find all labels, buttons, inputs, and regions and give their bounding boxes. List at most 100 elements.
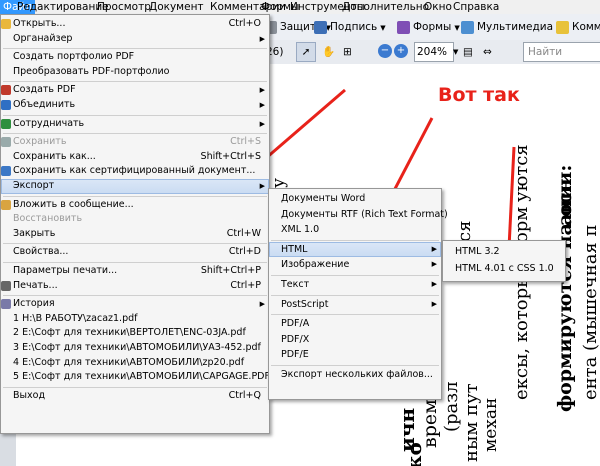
menu-item[interactable]: 4 E:\Софт для техники\АВТОМОБИЛИ\zp20.pd… (1, 356, 269, 371)
menu-item-label: Открыть... (13, 18, 66, 29)
html-submenu: HTML 3.2 HTML 4.01 с CSS 1.0 (442, 240, 566, 282)
menu-item[interactable]: Объединить ▶ (1, 98, 269, 113)
menu-item-shortcut: Ctrl+P (230, 279, 261, 291)
menu-item[interactable]: Параметры печати... Shift+Ctrl+P (1, 264, 269, 279)
menu-item-label: 3 E:\Софт для техники\АВТОМОБИЛИ\УАЗ-452… (13, 342, 261, 353)
menu-item[interactable]: Сохранить Ctrl+S (1, 135, 269, 150)
menu-item-label: Документы Word (281, 193, 366, 204)
menu-item[interactable]: PDF/X (269, 332, 441, 348)
menu-item-label: Экспорт нескольких файлов... (281, 369, 433, 380)
menu-item[interactable]: Выход Ctrl+Q (1, 389, 269, 404)
file-menu: Открыть... Ctrl+O Органайзер ▶ Создать портф… (0, 14, 270, 434)
menu-item-label: HTML 4.01 с CSS 1.0 (455, 263, 554, 274)
menu-item-label: PDF/A (281, 318, 310, 330)
menu-item-label: Создать портфолио PDF (13, 51, 135, 63)
menu-item-label: 2 E:\Софт для техники\ВЕРТОЛЕТ\ENC-03JA.… (13, 327, 246, 339)
menu-separator (3, 81, 267, 83)
submenu-arrow-icon: ▶ (259, 300, 265, 309)
menu-item-label: Параметры печати... (13, 265, 118, 276)
create-pdf-icon (1, 85, 11, 96)
menu-item-label: История (13, 298, 55, 310)
menu-item-shortcut: Ctrl+O (228, 18, 261, 29)
menu-item[interactable]: Создать PDF ▶ (1, 83, 269, 98)
menu-item[interactable]: Открыть... Ctrl+O (1, 17, 269, 32)
menu-separator (3, 133, 267, 135)
menu-item[interactable]: Вложить в сообщение... (1, 198, 269, 213)
menu-item[interactable]: PostScript ▶ (269, 297, 441, 313)
menu-item-label: PDF/X (281, 333, 310, 345)
menu-item-label: Преобразовать PDF-портфолио (13, 65, 170, 77)
menu-separator (3, 48, 267, 50)
menu-item[interactable]: Документы RTF (Rich Text Format) (269, 207, 448, 223)
submenu-arrow-icon: ▶ (431, 244, 437, 253)
menu-item[interactable]: Сотрудничать ▶ (1, 117, 269, 132)
menu-item[interactable]: 2 E:\Софт для техники\ВЕРТОЛЕТ\ENC-03JA.… (1, 326, 269, 341)
menu-item[interactable]: Закрыть Ctrl+W (1, 227, 269, 242)
menu-separator (3, 114, 267, 116)
submenu-arrow-icon: ▶ (431, 280, 437, 288)
menu-item-label: XML 1.0 (281, 224, 320, 236)
menu-item[interactable]: Сохранить как сертифицированный документ… (1, 164, 269, 179)
menu-item-label: 4 E:\Софт для техники\АВТОМОБИЛИ\zp20.pd… (13, 356, 245, 368)
menu-item-label: Создать PDF (13, 84, 76, 96)
menu-item[interactable]: PDF/E (269, 347, 441, 363)
menu-item[interactable]: Документы Word (269, 191, 441, 207)
folder-icon (1, 19, 11, 29)
menu-item[interactable]: 5 E:\Софт для техники\АВТОМОБИЛИ\CAPGAGE… (1, 370, 270, 385)
combine-icon (1, 100, 11, 110)
menu-item[interactable]: Печать... Ctrl+P (1, 279, 269, 294)
menu-item-label: 5 E:\Софт для техники\АВТОМОБИЛИ\CAPGAGE… (13, 371, 270, 383)
mail-icon (1, 199, 11, 210)
submenu-arrow-icon: ▶ (259, 119, 265, 128)
menu-item-label: HTML (281, 243, 308, 255)
menu-item[interactable]: PDF/A (269, 316, 441, 332)
menu-item[interactable]: HTML 3.2 (443, 243, 565, 260)
menu-item[interactable]: Экспорт ▶ (1, 179, 269, 194)
submenu-arrow-icon: ▶ (259, 101, 265, 109)
menu-item[interactable]: 1 H:\В РАБОТУ\zacaz1.pdf (1, 312, 269, 327)
history-icon (1, 299, 11, 310)
menu-item[interactable]: Создать портфолио PDF (1, 50, 269, 65)
menu-item[interactable]: Свойства... Ctrl+D (1, 245, 269, 260)
submenu-arrow-icon: ▶ (259, 182, 265, 190)
menu-item-label: Объединить (13, 99, 76, 110)
menu-item-label: Закрыть (13, 227, 56, 239)
submenu-arrow-icon: ▶ (259, 86, 265, 95)
menu-item[interactable]: XML 1.0 (269, 222, 441, 238)
menu-item[interactable]: Восстановить (1, 212, 269, 227)
menu-separator (3, 295, 267, 297)
submenu-arrow-icon: ▶ (431, 299, 437, 308)
menu-item-label: Вложить в сообщение... (13, 198, 134, 210)
menu-separator (271, 275, 439, 276)
save-icon (1, 137, 11, 148)
menu-item-label: Сохранить (13, 136, 67, 148)
menu-item[interactable]: 3 E:\Софт для техники\АВТОМОБИЛИ\УАЗ-452… (1, 341, 269, 356)
menu-item[interactable]: HTML ▶ (269, 241, 441, 258)
menu-separator (271, 365, 439, 366)
menu-item[interactable]: Текст ▶ (269, 277, 441, 293)
menu-separator (3, 243, 267, 245)
menu-item-shortcut: Shift+Ctrl+S (200, 150, 261, 162)
menu-item-label: Сохранить как сертифицированный документ… (13, 165, 256, 177)
menu-item[interactable]: Экспорт нескольких файлов... (269, 367, 441, 383)
menu-item[interactable]: Сохранить как... Shift+Ctrl+S (1, 150, 269, 165)
menu-separator (271, 294, 439, 296)
menu-item[interactable]: История ▶ (1, 297, 269, 312)
menu-item[interactable]: Преобразовать PDF-портфолио (1, 65, 269, 80)
menu-item[interactable]: HTML 4.01 с CSS 1.0 (443, 260, 565, 277)
export-submenu: Документы Word Документы RTF (Rich Text F… (268, 188, 448, 400)
menu-separator (3, 262, 267, 263)
menu-item-shortcut: Ctrl+D (228, 246, 261, 258)
menu-separator (3, 386, 267, 388)
print-icon (1, 280, 11, 291)
menu-item-label: 1 H:\В РАБОТУ\zacaz1.pdf (13, 312, 138, 324)
menu-item-label: Текст (281, 279, 310, 290)
menu-item[interactable]: Изображение ▶ (269, 257, 441, 273)
menu-item-label: HTML 3.2 (455, 246, 500, 257)
menu-item-label: Печать... (13, 279, 58, 291)
menu-item-label: Документы RTF (Rich Text Format) (281, 208, 448, 220)
menu-item-shortcut: Ctrl+Q (228, 389, 261, 401)
menu-item[interactable]: Органайзер ▶ (1, 32, 269, 47)
annotation-label: Вот так (438, 84, 520, 106)
menu-item-label: Сотрудничать (13, 117, 85, 129)
